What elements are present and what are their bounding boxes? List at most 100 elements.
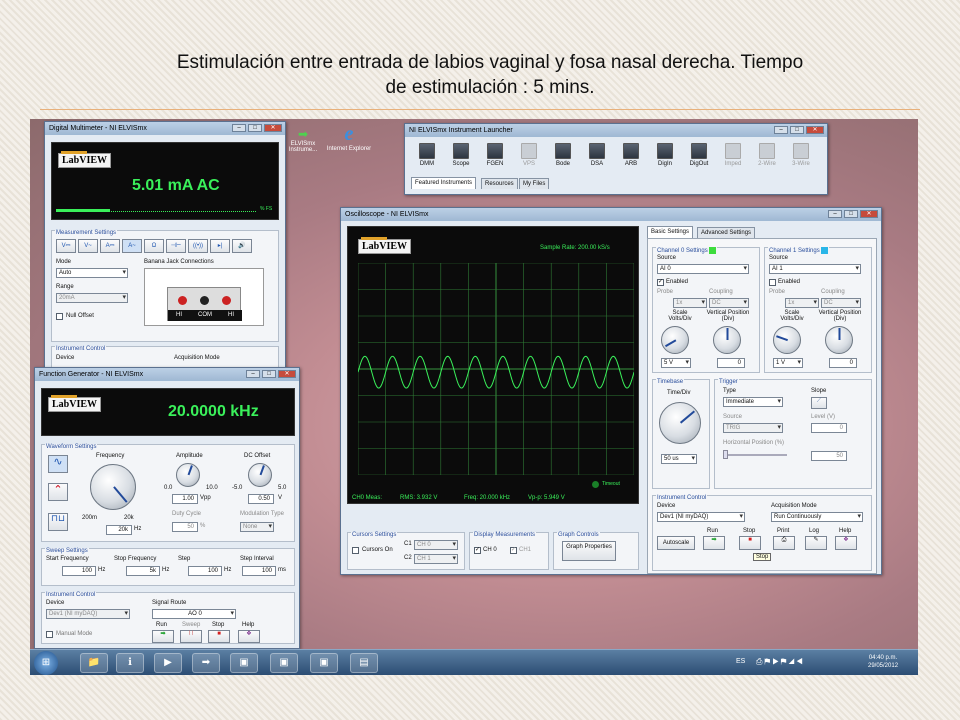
triangle-wave-button[interactable]: ⌃ bbox=[48, 483, 68, 501]
trigger-source-select[interactable]: TRIG bbox=[723, 423, 783, 433]
ch0-enabled-checkbox[interactable]: ✓ bbox=[657, 279, 664, 286]
launcher-tool-2-wire[interactable]: 2-Wire bbox=[753, 142, 781, 174]
maximize-button[interactable]: □ bbox=[790, 126, 804, 134]
desktop-icon-ie[interactable]: e Internet Explorer bbox=[326, 123, 372, 152]
media-player-taskbar-icon[interactable]: ▶ bbox=[154, 653, 182, 673]
maximize-button[interactable]: □ bbox=[262, 370, 276, 378]
ch1-vpos-knob[interactable] bbox=[825, 326, 853, 354]
ch1-scale-knob[interactable] bbox=[773, 326, 801, 354]
dmm-function-button[interactable]: ▸| bbox=[210, 239, 230, 253]
launcher-tool-fgen[interactable]: FGEN bbox=[481, 142, 509, 174]
launcher-tool-dsa[interactable]: DSA bbox=[583, 142, 611, 174]
explorer-taskbar-icon[interactable]: 📁 bbox=[80, 653, 108, 673]
minimize-button[interactable]: – bbox=[232, 124, 246, 132]
minimize-button[interactable]: – bbox=[828, 210, 842, 218]
amplitude-input[interactable]: 1.00 bbox=[172, 494, 198, 504]
log-button[interactable]: ✎ bbox=[805, 536, 827, 550]
frequency-knob[interactable] bbox=[90, 464, 136, 510]
start-freq-input[interactable]: 100 bbox=[62, 566, 96, 576]
dmm-function-button[interactable]: A~ bbox=[122, 239, 142, 253]
desktop-icon-elvis[interactable]: ➡ ELVISmx Instrume... bbox=[286, 127, 320, 153]
graph-properties-button[interactable]: Graph Properties bbox=[562, 541, 616, 561]
ch0-scale-select[interactable]: 5 V bbox=[661, 358, 691, 368]
ch1-source-select[interactable]: AI 1 bbox=[769, 264, 861, 274]
elvis-taskbar-icon[interactable]: ➡ bbox=[192, 653, 220, 673]
help-button[interactable]: ❖ bbox=[238, 630, 260, 643]
launcher-tool-vps[interactable]: VPS bbox=[515, 142, 543, 174]
ch0-source-select[interactable]: AI 0 bbox=[657, 264, 749, 274]
labview-taskbar-icon-2[interactable]: ▣ bbox=[270, 653, 298, 673]
frequency-input[interactable]: 20k bbox=[106, 525, 132, 535]
ch0-vpos-input[interactable]: 0 bbox=[717, 358, 745, 368]
c2-select[interactable]: CH 1 bbox=[414, 554, 458, 564]
ch1-meas-checkbox[interactable]: ✓ bbox=[510, 547, 517, 554]
ch0-meas-checkbox[interactable]: ✓ bbox=[474, 547, 481, 554]
dc-offset-input[interactable]: 0.50 bbox=[248, 494, 274, 504]
square-wave-button[interactable]: ⊓⊔ bbox=[48, 513, 68, 531]
cursors-on-checkbox[interactable] bbox=[352, 547, 359, 554]
dmm-function-button[interactable]: V~ bbox=[78, 239, 98, 253]
sine-wave-button[interactable]: ∿ bbox=[48, 455, 68, 473]
start-button[interactable]: ⊞ bbox=[34, 651, 58, 675]
info-taskbar-icon[interactable]: ℹ bbox=[116, 653, 144, 673]
stop-freq-input[interactable]: 5k bbox=[126, 566, 160, 576]
mode-select[interactable]: Auto bbox=[56, 268, 128, 278]
clock[interactable]: 04:40 p.m. 29/05/2012 bbox=[868, 654, 898, 670]
dmm-function-button[interactable]: ⊣⊢ bbox=[166, 239, 186, 253]
dc-offset-knob[interactable] bbox=[248, 463, 272, 487]
tab-my-files[interactable]: My Files bbox=[519, 178, 550, 189]
launcher-tool-3-wire[interactable]: 3-Wire bbox=[787, 142, 815, 174]
tab-featured-instruments[interactable]: Featured Instruments bbox=[411, 177, 477, 189]
scope-stop-button[interactable]: ■ bbox=[739, 536, 761, 550]
close-button[interactable]: ✕ bbox=[806, 126, 824, 134]
tab-basic-settings[interactable]: Basic Settings bbox=[647, 226, 694, 238]
maximize-button[interactable]: □ bbox=[248, 124, 262, 132]
launcher-tool-scope[interactable]: Scope bbox=[447, 142, 475, 174]
document-taskbar-icon[interactable]: ▤ bbox=[350, 653, 378, 673]
range-select[interactable]: 20mA bbox=[56, 293, 128, 303]
language-indicator[interactable]: ES bbox=[736, 658, 745, 665]
dmm-function-button[interactable]: 🔊 bbox=[232, 239, 252, 253]
minimize-button[interactable]: – bbox=[246, 370, 260, 378]
tab-resources[interactable]: Resources bbox=[481, 178, 518, 189]
acq-mode-select[interactable]: Run Continuously bbox=[771, 512, 863, 522]
labview-taskbar-icon[interactable]: ▣ bbox=[230, 653, 258, 673]
amplitude-knob[interactable] bbox=[176, 463, 200, 487]
manual-mode-checkbox[interactable] bbox=[46, 631, 53, 638]
ch1-scale-select[interactable]: 1 V bbox=[773, 358, 803, 368]
run-button[interactable]: ➡ bbox=[152, 630, 174, 643]
hpos-input[interactable]: 50 bbox=[811, 451, 847, 461]
ch0-probe-select[interactable]: 1x bbox=[673, 298, 707, 308]
autoscale-button[interactable]: Autoscale bbox=[657, 536, 695, 550]
dmm-function-button[interactable]: Ω bbox=[144, 239, 164, 253]
close-button[interactable]: ✕ bbox=[278, 370, 296, 378]
launcher-tool-arb[interactable]: ARB bbox=[617, 142, 645, 174]
launcher-tool-bode[interactable]: Bode bbox=[549, 142, 577, 174]
stop-button[interactable]: ■ bbox=[208, 630, 230, 643]
ch0-vpos-knob[interactable] bbox=[713, 326, 741, 354]
duty-cycle-input[interactable]: 50 bbox=[172, 522, 198, 532]
labview-taskbar-icon-3[interactable]: ▣ bbox=[310, 653, 338, 673]
sweep-button[interactable]: ⌇⌇ bbox=[180, 630, 202, 643]
step-interval-input[interactable]: 100 bbox=[242, 566, 276, 576]
launcher-tool-imped[interactable]: Imped bbox=[719, 142, 747, 174]
scope-run-button[interactable]: ➡ bbox=[703, 536, 725, 550]
minimize-button[interactable]: – bbox=[774, 126, 788, 134]
dmm-function-button[interactable]: V⎓ bbox=[56, 239, 76, 253]
trigger-type-select[interactable]: Immediate bbox=[723, 397, 783, 407]
launcher-tool-digout[interactable]: DigOut bbox=[685, 142, 713, 174]
maximize-button[interactable]: □ bbox=[844, 210, 858, 218]
time-div-select[interactable]: 50 us bbox=[661, 454, 697, 464]
launcher-tool-dmm[interactable]: DMM bbox=[413, 142, 441, 174]
mod-type-select[interactable]: None bbox=[240, 522, 274, 532]
launcher-tool-digin[interactable]: DigIn bbox=[651, 142, 679, 174]
slider-handle[interactable] bbox=[723, 450, 728, 459]
trigger-level-input[interactable]: 0 bbox=[811, 423, 847, 433]
null-offset-checkbox[interactable] bbox=[56, 313, 63, 320]
tray-icons[interactable]: ⎙⚑▶⚑◢◀ bbox=[756, 657, 805, 667]
slope-button[interactable]: ⟋ bbox=[811, 397, 827, 409]
dmm-function-button[interactable]: ((•)) bbox=[188, 239, 208, 253]
ch1-enabled-checkbox[interactable] bbox=[769, 279, 776, 286]
close-button[interactable]: ✕ bbox=[860, 210, 878, 218]
print-button[interactable]: ⎙ bbox=[773, 536, 795, 550]
